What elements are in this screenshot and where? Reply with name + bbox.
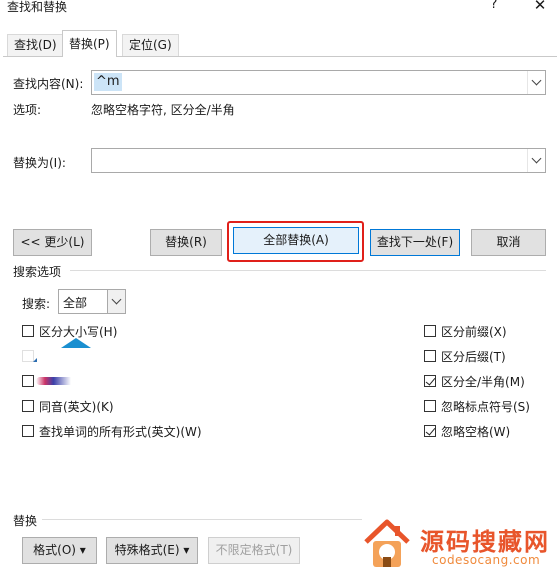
tooltip-pointer-icon bbox=[61, 338, 91, 348]
title-bar bbox=[0, 0, 560, 18]
all-word-forms-checkbox[interactable] bbox=[22, 425, 34, 437]
find-input[interactable]: ^m bbox=[94, 73, 122, 91]
tab-find[interactable]: 查找(D) bbox=[7, 34, 64, 56]
match-prefix-checkbox[interactable] bbox=[424, 325, 436, 337]
find-dropdown-icon[interactable] bbox=[527, 71, 545, 94]
ignore-whitespace-checkbox[interactable] bbox=[424, 425, 436, 437]
ignore-punctuation-checkbox[interactable] bbox=[424, 400, 436, 412]
tab-goto[interactable]: 定位(G) bbox=[122, 34, 179, 56]
search-options-heading: 搜索选项 bbox=[13, 265, 62, 279]
ignore-whitespace-label: 忽略空格(W) bbox=[441, 425, 511, 439]
less-button[interactable]: << 更少(L) bbox=[13, 229, 92, 256]
close-button[interactable]: ✕ bbox=[530, 0, 550, 14]
tab-replace[interactable]: 替换(P) bbox=[62, 30, 117, 57]
replace-dropdown-icon[interactable] bbox=[527, 149, 545, 172]
obscured-checkbox-2[interactable] bbox=[22, 375, 34, 387]
replace-combobox[interactable] bbox=[91, 148, 546, 173]
replace-section-divider bbox=[42, 519, 362, 520]
replace-button[interactable]: 替换(R) bbox=[150, 229, 222, 256]
redacted-label-smudge bbox=[36, 377, 86, 385]
sounds-like-label: 同音(英文)(K) bbox=[39, 400, 114, 414]
width-sensitive-checkbox[interactable] bbox=[424, 375, 436, 387]
options-label: 选项: bbox=[13, 103, 42, 117]
tab-panel bbox=[3, 56, 557, 574]
find-combobox[interactable]: ^m bbox=[91, 70, 546, 95]
all-word-forms-label: 查找单词的所有形式(英文)(W) bbox=[39, 425, 202, 439]
ignore-punctuation-label: 忽略标点符号(S) bbox=[441, 400, 530, 414]
watermark-url: codesocang.com bbox=[432, 553, 541, 567]
corner-marker-icon bbox=[33, 358, 37, 362]
help-button[interactable]: ? bbox=[486, 0, 502, 13]
house-logo-icon bbox=[364, 519, 410, 567]
width-sensitive-label: 区分全/半角(M) bbox=[441, 375, 525, 389]
options-summary: 忽略空格字符, 区分全/半角 bbox=[91, 103, 235, 117]
special-format-button[interactable]: 特殊格式(E) ▾ bbox=[106, 537, 198, 564]
window-title: 查找和替换 bbox=[7, 0, 68, 14]
no-formatting-button[interactable]: 不限定格式(T) bbox=[208, 537, 300, 564]
search-options-divider bbox=[70, 270, 546, 271]
replace-section-heading: 替换 bbox=[13, 514, 38, 528]
find-next-button[interactable]: 查找下一处(F) bbox=[370, 229, 460, 256]
sounds-like-checkbox[interactable] bbox=[22, 400, 34, 412]
match-case-checkbox[interactable] bbox=[22, 325, 34, 337]
search-scope-select[interactable]: 全部 bbox=[58, 289, 126, 314]
cancel-button[interactable]: 取消 bbox=[471, 229, 546, 256]
search-scope-label: 搜索: bbox=[22, 297, 51, 311]
match-suffix-label: 区分后缀(T) bbox=[441, 350, 506, 364]
match-suffix-checkbox[interactable] bbox=[424, 350, 436, 362]
find-label: 查找内容(N): bbox=[13, 77, 84, 91]
replace-all-button[interactable]: 全部替换(A) bbox=[233, 227, 359, 254]
watermark-brand: 源码搜藏网 bbox=[420, 528, 550, 556]
search-scope-dropdown-icon[interactable] bbox=[107, 290, 125, 313]
replace-label: 替换为(I): bbox=[13, 156, 66, 170]
search-scope-value: 全部 bbox=[63, 296, 88, 310]
format-button[interactable]: 格式(O) ▾ bbox=[22, 537, 97, 564]
match-prefix-label: 区分前缀(X) bbox=[441, 325, 507, 339]
